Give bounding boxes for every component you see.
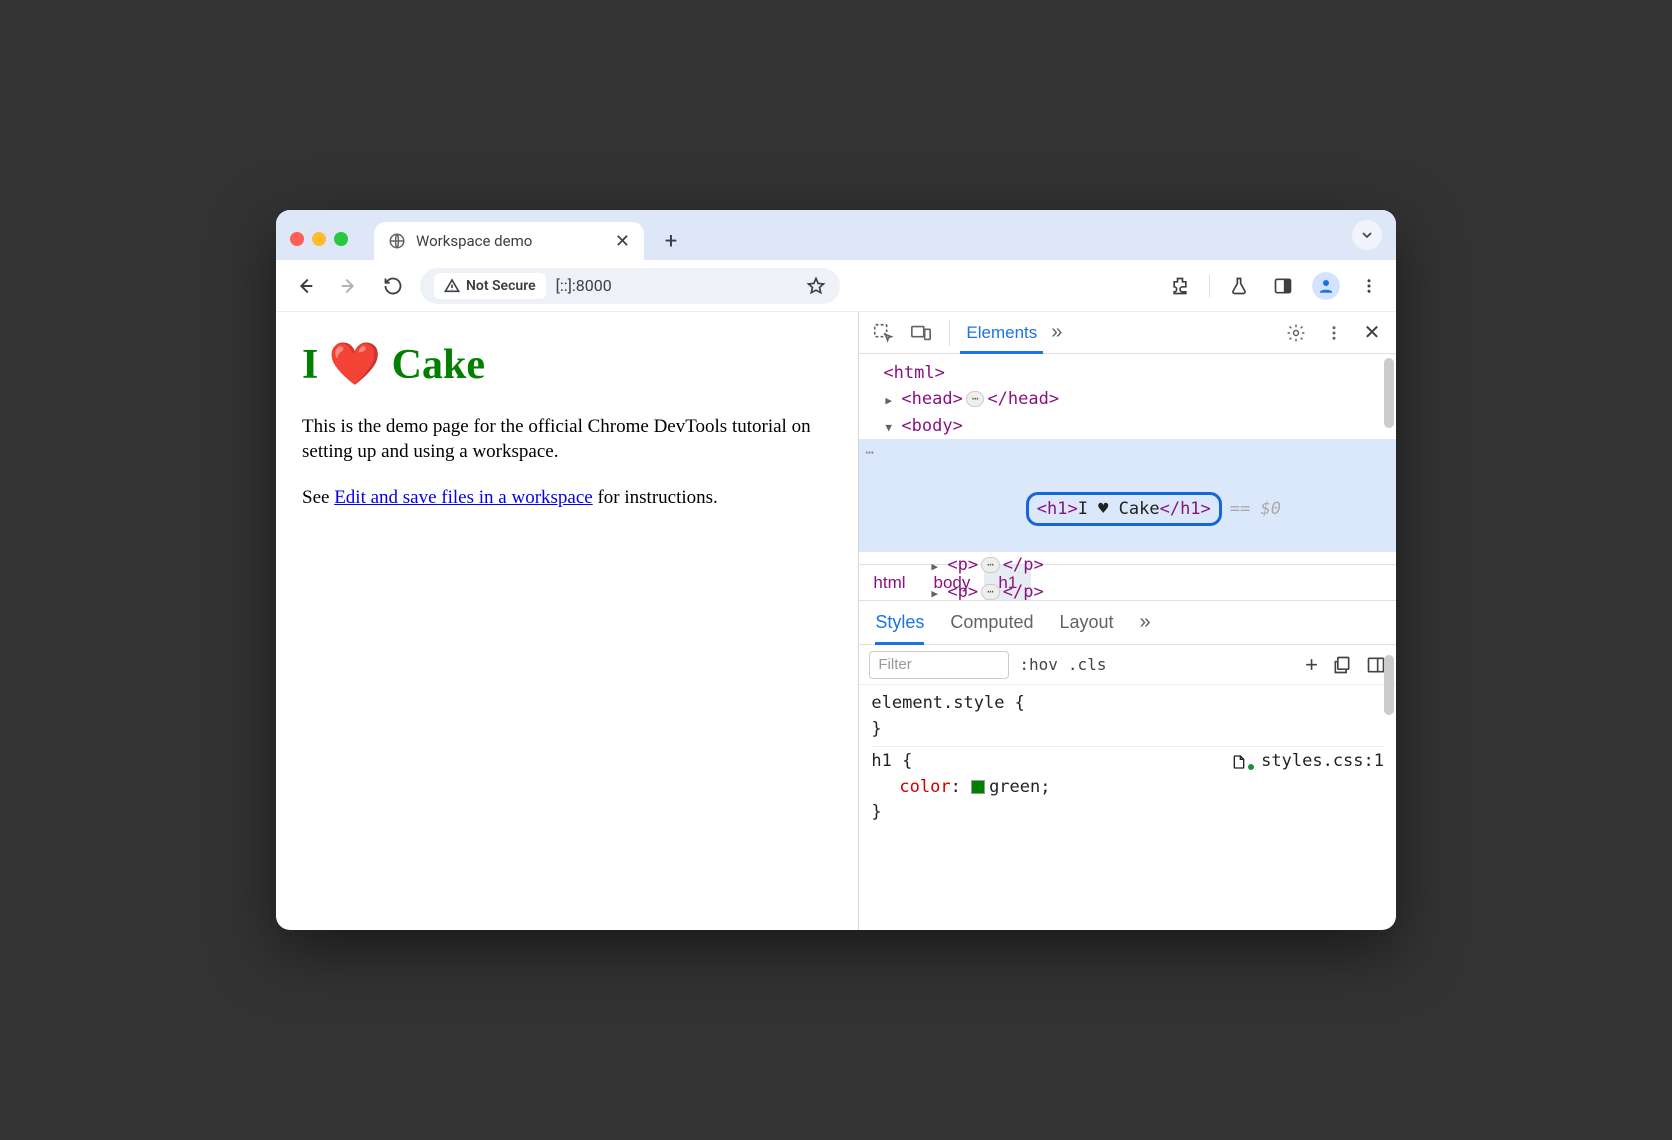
device-toggle-icon[interactable]	[909, 321, 933, 345]
rule-source[interactable]: styles.css:1	[1231, 749, 1384, 778]
computed-panel-icon[interactable]	[1366, 655, 1386, 675]
dom-tree[interactable]: <html> ▶<head>⋯</head> ▼<body> ⋯ <h1>I ♥…	[859, 354, 1396, 564]
hov-toggle[interactable]: :hov	[1019, 655, 1058, 674]
paragraph-text: See	[302, 487, 334, 508]
close-tab-icon[interactable]: ✕	[615, 231, 630, 252]
tab-title: Workspace demo	[416, 232, 532, 250]
styles-tabs: Styles Computed Layout »	[859, 601, 1396, 645]
new-tab-button[interactable]: +	[656, 226, 686, 256]
more-tabs-icon[interactable]: »	[1140, 611, 1151, 634]
rule-close: }	[871, 800, 1384, 826]
tabs-dropdown-button[interactable]	[1352, 220, 1382, 250]
dom-node-selected[interactable]: ⋯ <h1>I ♥ Cake</h1>== $0	[859, 439, 1396, 552]
security-label: Not Secure	[466, 278, 536, 294]
tab-styles[interactable]: Styles	[875, 601, 924, 644]
styles-toolbar: Filter :hov .cls +	[859, 645, 1396, 685]
devtools-header: Elements » ✕	[859, 312, 1396, 354]
inspect-icon[interactable]	[871, 321, 895, 345]
workspace-link[interactable]: Edit and save files in a workspace	[334, 487, 593, 508]
labs-icon[interactable]	[1224, 271, 1254, 301]
page-paragraph: This is the demo page for the official C…	[302, 415, 832, 464]
minimize-window-icon[interactable]	[312, 232, 326, 246]
page-heading: I ❤️ Cake	[302, 340, 832, 389]
browser-tab[interactable]: Workspace demo ✕	[374, 222, 644, 260]
warning-icon	[444, 278, 460, 294]
forward-button[interactable]	[332, 269, 366, 303]
more-tabs-icon[interactable]: »	[1051, 321, 1062, 344]
close-window-icon[interactable]	[290, 232, 304, 246]
copy-styles-icon[interactable]	[1332, 655, 1352, 675]
url-text: [::]:8000	[556, 276, 612, 295]
saved-indicator-icon	[1248, 764, 1254, 770]
browser-window: Workspace demo ✕ + Not Secure [::]:8000	[276, 210, 1396, 930]
rule-close: }	[871, 717, 1384, 743]
tab-strip: Workspace demo ✕ +	[276, 210, 1396, 260]
styles-pane: Styles Computed Layout » Filter :hov .cl…	[859, 600, 1396, 930]
reload-button[interactable]	[376, 269, 410, 303]
globe-icon	[388, 232, 406, 250]
profile-avatar[interactable]	[1312, 272, 1340, 300]
maximize-window-icon[interactable]	[334, 232, 348, 246]
annotation-highlight: <h1>I ♥ Cake</h1>	[1026, 492, 1222, 526]
file-icon	[1231, 754, 1247, 770]
address-bar[interactable]: Not Secure [::]:8000	[420, 268, 840, 304]
page-paragraph: See Edit and save files in a workspace f…	[302, 486, 832, 511]
bookmark-icon[interactable]	[806, 276, 826, 296]
page-content: I ❤️ Cake This is the demo page for the …	[276, 312, 858, 930]
rule-declaration[interactable]: color: green;	[871, 775, 1384, 801]
css-rules[interactable]: element.style { } styles.css:1 h1 { colo…	[859, 685, 1396, 930]
back-button[interactable]	[288, 269, 322, 303]
dom-node[interactable]: <html>	[859, 360, 1396, 386]
color-swatch[interactable]	[971, 780, 985, 794]
devtools-panel: Elements » ✕ <html> ▶<head>⋯</head> ▼<b	[858, 312, 1396, 930]
browser-toolbar: Not Secure [::]:8000	[276, 260, 1396, 312]
tab-layout[interactable]: Layout	[1059, 601, 1113, 644]
main-area: I ❤️ Cake This is the demo page for the …	[276, 312, 1396, 930]
kebab-menu-icon[interactable]	[1322, 321, 1346, 345]
security-badge[interactable]: Not Secure	[434, 273, 546, 299]
rule-block[interactable]: element.style { }	[871, 689, 1384, 747]
elements-tab[interactable]: Elements	[966, 312, 1037, 353]
menu-icon[interactable]	[1354, 271, 1384, 301]
window-controls	[290, 232, 348, 246]
dom-node[interactable]: ▼<body>	[859, 413, 1396, 439]
rule-block[interactable]: styles.css:1 h1 { color: green; }	[871, 747, 1384, 830]
extensions-icon[interactable]	[1165, 271, 1195, 301]
dom-node[interactable]: ▶<p>⋯</p>	[859, 552, 1396, 578]
close-devtools-icon[interactable]: ✕	[1360, 321, 1384, 345]
cls-toggle[interactable]: .cls	[1068, 655, 1107, 674]
dom-node[interactable]: ▶<head>⋯</head>	[859, 386, 1396, 412]
divider	[1209, 275, 1210, 297]
new-style-icon[interactable]: +	[1305, 652, 1318, 678]
row-actions-icon[interactable]: ⋯	[857, 443, 875, 465]
filter-input[interactable]: Filter	[869, 651, 1009, 679]
rule-selector: element.style {	[871, 691, 1384, 717]
panel-icon[interactable]	[1268, 271, 1298, 301]
settings-icon[interactable]	[1284, 321, 1308, 345]
paragraph-text: for instructions.	[593, 487, 718, 508]
divider	[949, 320, 950, 346]
tab-computed[interactable]: Computed	[950, 601, 1033, 644]
